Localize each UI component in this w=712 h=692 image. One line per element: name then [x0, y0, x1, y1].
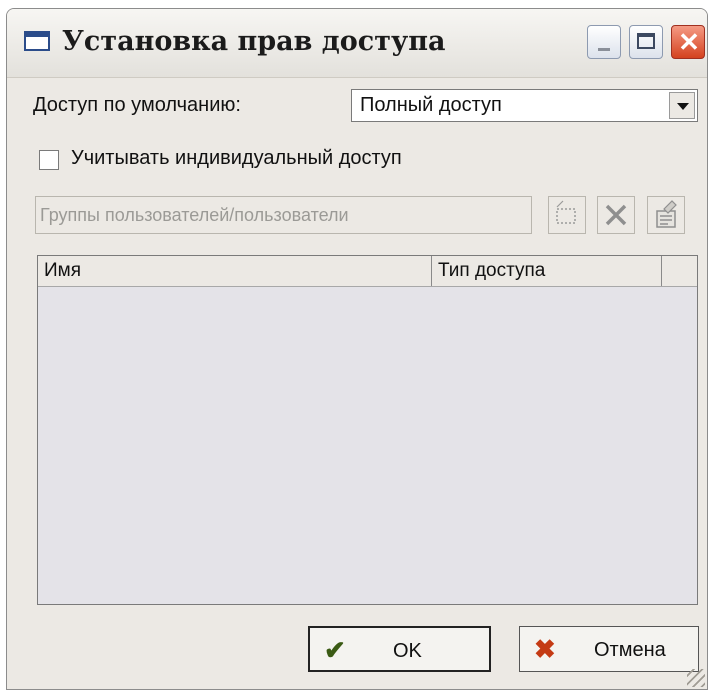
minimize-button[interactable]	[587, 25, 621, 59]
user-properties-button[interactable]	[647, 196, 685, 234]
delete-user-button[interactable]	[597, 196, 635, 234]
resize-grip[interactable]	[687, 669, 705, 687]
users-groups-field[interactable]: Группы пользователей/пользователи	[35, 196, 532, 234]
window-title: Установка прав доступа	[62, 26, 446, 57]
chevron-down-icon[interactable]	[669, 92, 695, 119]
cancel-button-label: Отмена	[594, 639, 666, 661]
column-header-filler	[662, 256, 698, 286]
default-access-label: Доступ по умолчанию:	[33, 94, 241, 116]
maximize-icon	[637, 33, 655, 49]
individual-access-checkbox[interactable]	[39, 150, 59, 170]
close-icon: ✕	[678, 27, 700, 57]
close-button[interactable]: ✕	[671, 25, 705, 59]
default-access-value: Полный доступ	[360, 94, 502, 116]
maximize-button[interactable]	[629, 25, 663, 59]
access-list-header: Имя Тип доступа	[38, 256, 697, 287]
ok-button[interactable]: ✔ OK	[308, 626, 491, 672]
users-groups-placeholder: Группы пользователей/пользователи	[40, 205, 349, 225]
cancel-icon: ✖	[534, 634, 556, 664]
cancel-button[interactable]: ✖ Отмена	[519, 626, 699, 672]
minimize-icon	[598, 48, 610, 51]
individual-access-label[interactable]: Учитывать индивидуальный доступ	[71, 147, 402, 170]
select-users-icon	[556, 200, 576, 224]
check-icon: ✔	[324, 635, 346, 665]
ok-button-label: OK	[393, 640, 422, 662]
delete-icon	[605, 204, 627, 226]
properties-icon	[656, 200, 677, 228]
access-list[interactable]: Имя Тип доступа	[37, 255, 698, 605]
window-icon	[24, 31, 50, 51]
select-users-button[interactable]	[548, 196, 586, 234]
column-header-name[interactable]: Имя	[38, 256, 432, 286]
default-access-select[interactable]: Полный доступ	[351, 89, 698, 122]
title-bar[interactable]: Установка прав доступа ✕	[7, 9, 707, 78]
access-rights-dialog: Установка прав доступа ✕ Доступ по умолч…	[6, 8, 708, 690]
column-header-access-type[interactable]: Тип доступа	[432, 256, 662, 286]
